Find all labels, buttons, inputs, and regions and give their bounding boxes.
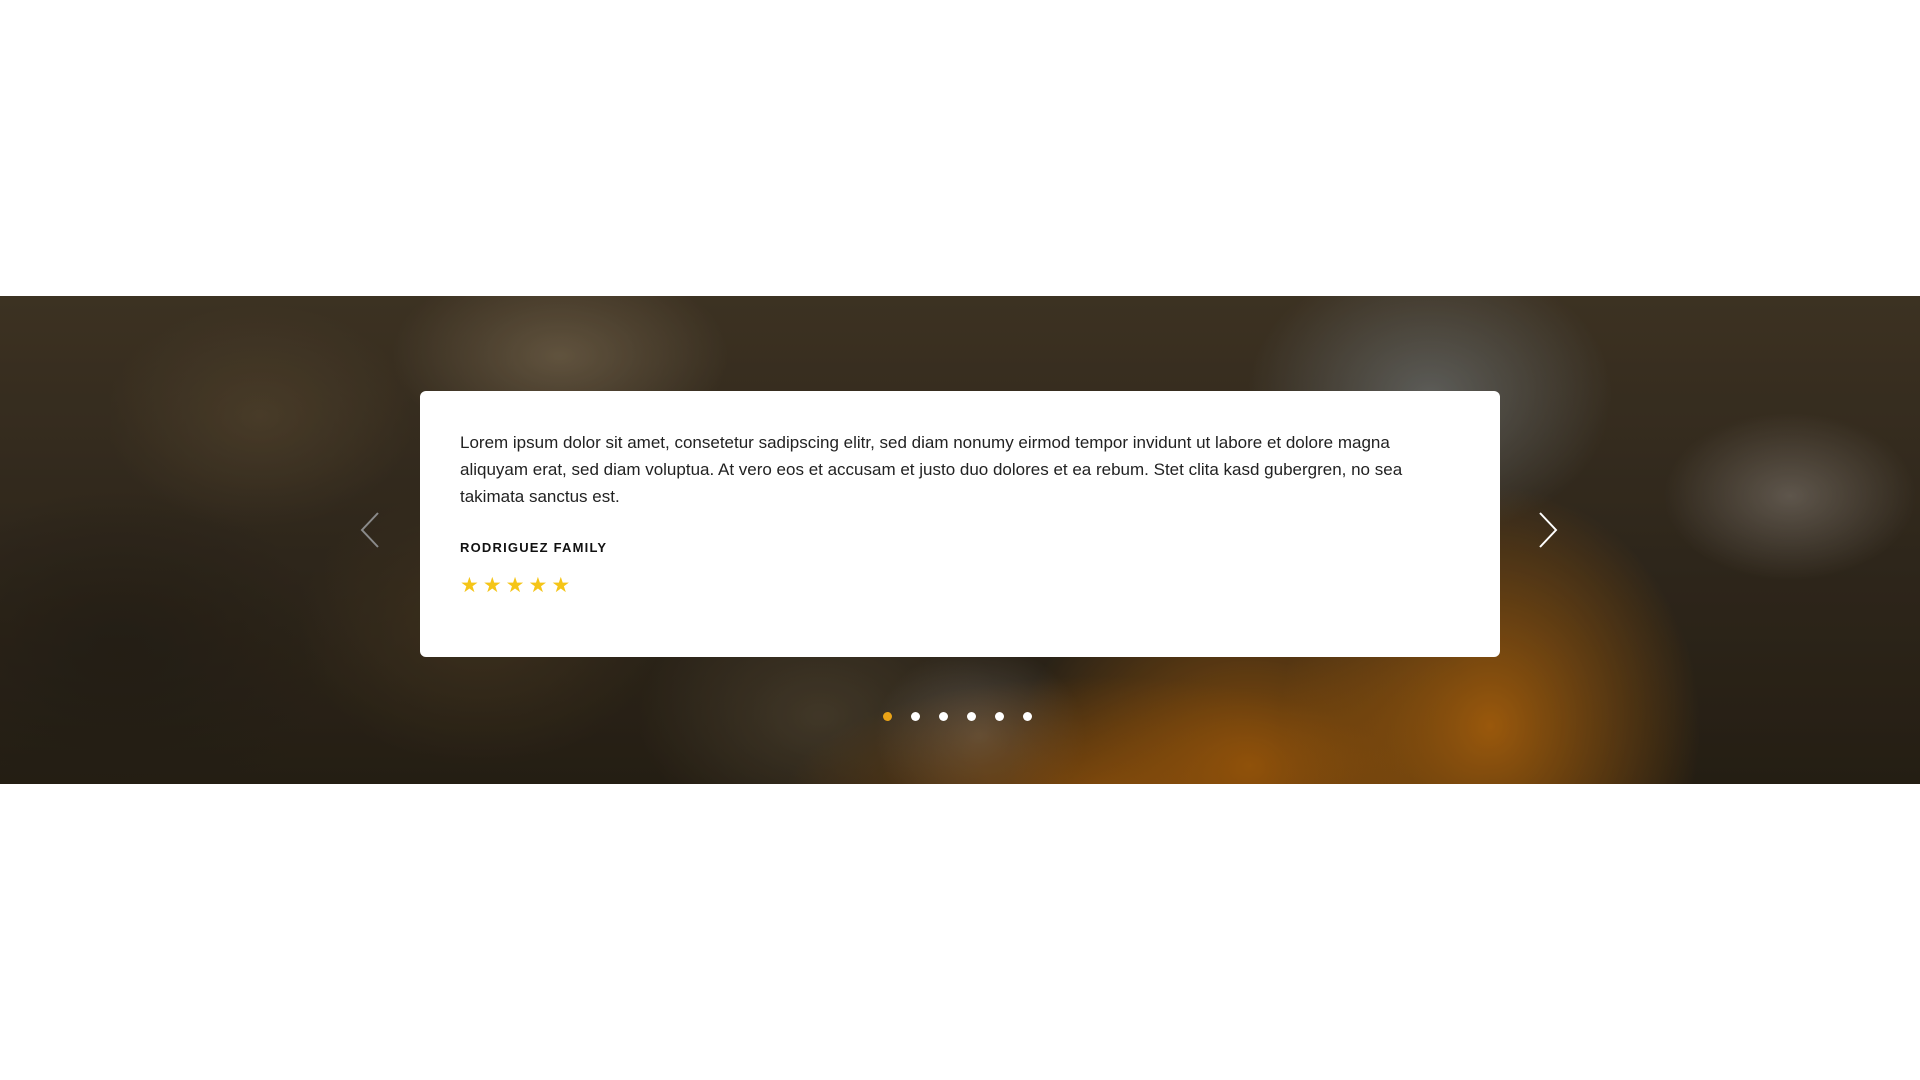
carousel-dot[interactable] [939, 712, 948, 721]
star-icon: ★ [551, 574, 571, 597]
carousel-dot[interactable] [1023, 712, 1032, 721]
star-icon: ★ [482, 574, 502, 597]
carousel-prev-button[interactable] [358, 510, 382, 550]
star-rating: ★ ★ ★ ★ ★ [460, 575, 1460, 596]
testimonial-section: Lorem ipsum dolor sit amet, consetetur s… [0, 296, 1920, 784]
carousel-dot[interactable] [967, 712, 976, 721]
carousel-dot[interactable] [995, 712, 1004, 721]
carousel-next-button[interactable] [1536, 510, 1560, 550]
testimonial-card: Lorem ipsum dolor sit amet, consetetur s… [420, 391, 1500, 657]
chevron-left-icon [360, 512, 379, 548]
carousel-dot[interactable] [883, 712, 892, 721]
testimonial-quote: Lorem ipsum dolor sit amet, consetetur s… [460, 433, 1403, 506]
star-icon: ★ [505, 574, 525, 597]
carousel-pagination [883, 712, 1032, 721]
star-icon: ★ [460, 574, 479, 597]
chevron-right-icon [1539, 512, 1558, 548]
carousel-dot[interactable] [911, 712, 920, 721]
testimonial-author: RODRIGUEZ FAMILY [460, 540, 608, 555]
star-icon: ★ [528, 574, 548, 597]
